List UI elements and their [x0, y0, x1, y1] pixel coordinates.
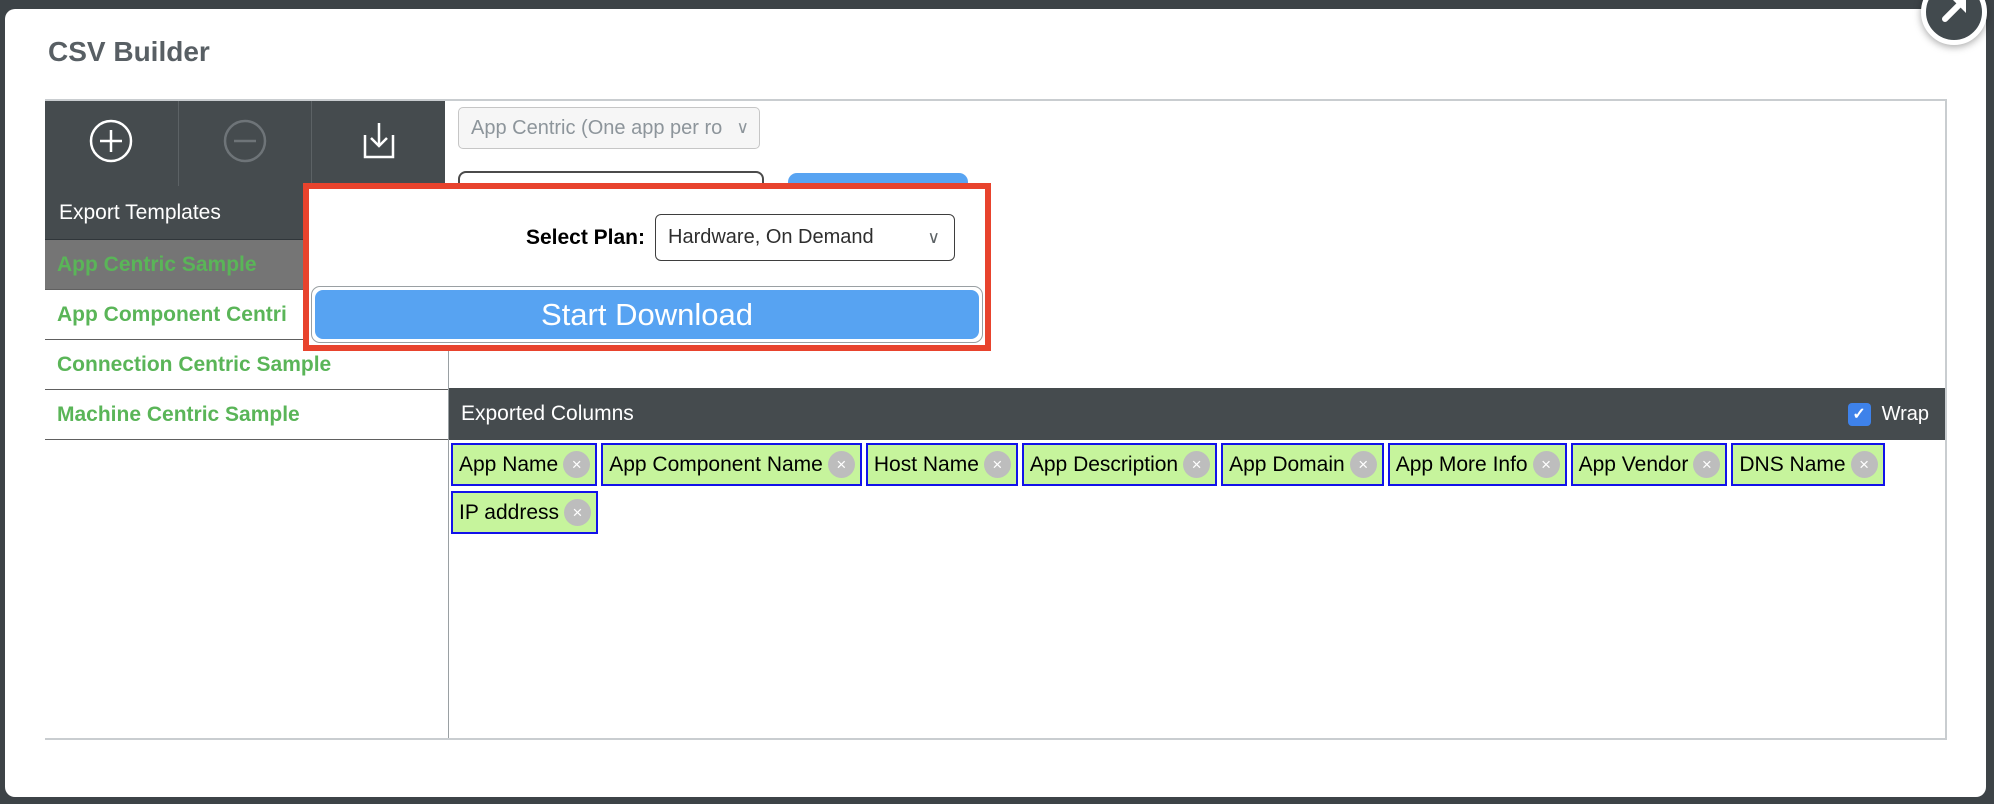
plan-select-value: Hardware, On Demand	[668, 226, 874, 249]
column-chip-app-vendor[interactable]: App Vendor×	[1571, 443, 1728, 486]
minus-circle-icon	[222, 118, 268, 169]
remove-template-button[interactable]	[179, 101, 313, 186]
column-chip-app-name[interactable]: App Name×	[451, 443, 597, 486]
row-type-select[interactable]: App Centric (One app per ro ∨	[458, 107, 760, 149]
arrow-up-right-icon	[1939, 0, 1969, 30]
download-icon	[357, 119, 401, 168]
template-toolbar	[45, 101, 445, 186]
plan-select[interactable]: Hardware, On Demand ∨	[655, 214, 955, 261]
column-chip-label: Host Name	[874, 453, 979, 477]
exported-columns-title: Exported Columns	[461, 402, 634, 426]
remove-column-icon[interactable]: ×	[828, 451, 855, 478]
column-chip-label: IP address	[459, 501, 559, 525]
column-chip-label: App More Info	[1396, 453, 1528, 477]
column-chip-host-name[interactable]: Host Name×	[866, 443, 1018, 486]
exported-columns-list: App Name×App Component Name×Host Name×Ap…	[451, 443, 1941, 534]
column-chip-app-description[interactable]: App Description×	[1022, 443, 1217, 486]
column-chip-app-more-info[interactable]: App More Info×	[1388, 443, 1567, 486]
start-download-button[interactable]: Start Download	[315, 290, 979, 339]
remove-column-icon[interactable]: ×	[1183, 451, 1210, 478]
wrap-label: Wrap	[1882, 403, 1929, 426]
column-chip-app-component-name[interactable]: App Component Name×	[601, 443, 862, 486]
column-chip-app-domain[interactable]: App Domain×	[1221, 443, 1384, 486]
select-plan-label: Select Plan:	[309, 226, 655, 250]
chevron-down-icon: ∨	[928, 228, 940, 248]
chevron-down-icon: ∨	[737, 118, 749, 138]
remove-column-icon[interactable]: ×	[564, 499, 591, 526]
column-chip-label: App Component Name	[609, 453, 823, 477]
column-chip-label: DNS Name	[1739, 453, 1845, 477]
remove-column-icon[interactable]: ×	[1851, 451, 1878, 478]
start-download-container: Start Download	[311, 286, 983, 343]
remove-column-icon[interactable]: ×	[984, 451, 1011, 478]
column-chip-label: App Domain	[1229, 453, 1345, 477]
remove-column-icon[interactable]: ×	[563, 451, 590, 478]
exported-columns-header: Exported Columns ✓ Wrap	[449, 388, 1945, 440]
row-type-select-value: App Centric (One app per ro	[471, 117, 722, 140]
template-item-machine-centric-sample[interactable]: Machine Centric Sample	[45, 390, 448, 440]
column-chip-label: App Name	[459, 453, 558, 477]
add-template-button[interactable]	[45, 101, 179, 186]
remove-column-icon[interactable]: ×	[1350, 451, 1377, 478]
download-plan-modal: Select Plan: Hardware, On Demand ∨ Start…	[303, 183, 991, 351]
column-chip-label: App Vendor	[1579, 453, 1689, 477]
plus-circle-icon	[88, 118, 134, 169]
remove-column-icon[interactable]: ×	[1533, 451, 1560, 478]
remove-column-icon[interactable]: ×	[1693, 451, 1720, 478]
download-template-button[interactable]	[312, 101, 445, 186]
wrap-toggle-group: ✓ Wrap	[1848, 403, 1929, 426]
wrap-checkbox[interactable]: ✓	[1848, 403, 1871, 426]
select-plan-row: Select Plan: Hardware, On Demand ∨	[309, 189, 985, 286]
column-chip-ip-address[interactable]: IP address×	[451, 491, 598, 534]
column-chip-label: App Description	[1030, 453, 1178, 477]
page-title: CSV Builder	[48, 36, 210, 68]
column-chip-dns-name[interactable]: DNS Name×	[1731, 443, 1884, 486]
